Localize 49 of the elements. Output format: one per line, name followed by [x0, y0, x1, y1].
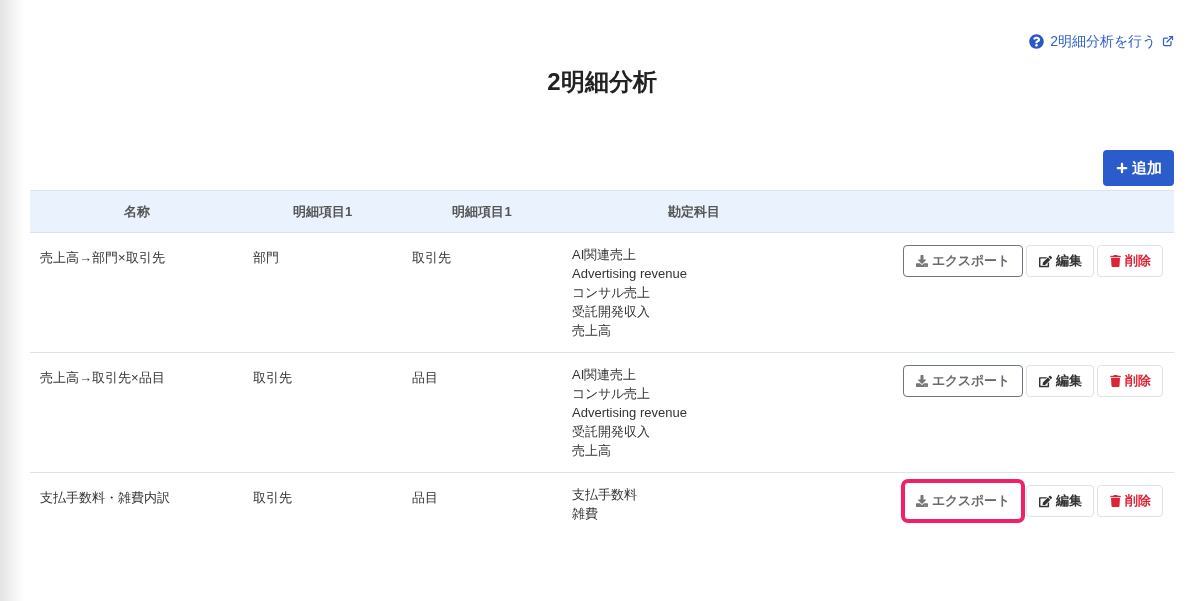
column-header: 勘定科目 [668, 202, 720, 221]
account-name: 支払手数料 [572, 486, 637, 504]
page-title: 2明細分析 [547, 67, 657, 97]
delete-button[interactable]: 削除 [1097, 485, 1163, 517]
plus-icon [1115, 162, 1128, 174]
delete-button[interactable]: 削除 [1097, 365, 1163, 397]
add-button[interactable]: 追加 [1103, 150, 1174, 186]
account-name: 受託開発収入 [572, 423, 650, 441]
account-name: 雑費 [572, 505, 598, 523]
account-name: AI関連売上 [572, 366, 637, 384]
table-cell: 売上高→取引先×品目 [40, 370, 165, 385]
column-header: 明細項目1 [452, 202, 512, 221]
trash-icon [1109, 495, 1121, 507]
download-icon [916, 495, 928, 507]
table-cell: 取引先 [412, 250, 451, 265]
export-button[interactable]: エクスポート [903, 365, 1023, 397]
table-cell: 取引先 [253, 490, 292, 505]
edit-icon [1038, 374, 1052, 388]
edit-icon [1038, 494, 1052, 508]
table-cell: 取引先 [253, 370, 292, 385]
edit-button[interactable]: 編集 [1026, 365, 1094, 397]
table-cell: 部門 [253, 250, 279, 265]
account-name: コンサル売上 [572, 385, 650, 403]
account-name: Advertising revenue [572, 404, 687, 422]
edit-button[interactable]: 編集 [1026, 245, 1094, 277]
column-header: 名称 [123, 202, 150, 221]
external-link-icon [1162, 35, 1174, 47]
table-cell: 支払手数料・雑費内訳 [40, 490, 170, 505]
account-name: コンサル売上 [572, 284, 650, 302]
table-cell: 品目 [412, 370, 438, 385]
help-link[interactable]: 2明細分析を行う [1029, 31, 1174, 51]
account-name: Advertising revenue [572, 265, 687, 283]
account-name: 売上高 [572, 442, 611, 460]
account-name: 受託開発収入 [572, 303, 650, 321]
export-button[interactable]: エクスポート [901, 479, 1025, 523]
account-name: 売上高 [572, 322, 611, 340]
delete-button[interactable]: 削除 [1097, 245, 1163, 277]
trash-icon [1109, 255, 1121, 267]
help-icon [1029, 33, 1045, 49]
table-cell: 品目 [412, 490, 438, 505]
export-button[interactable]: エクスポート [903, 245, 1023, 277]
edit-icon [1038, 254, 1052, 268]
download-icon [916, 255, 928, 267]
trash-icon [1109, 375, 1121, 387]
table-cell: 売上高→部門×取引先 [40, 250, 165, 265]
column-header: 明細項目1 [292, 202, 353, 221]
account-name: AI関連売上 [572, 246, 637, 264]
edit-button[interactable]: 編集 [1026, 485, 1094, 517]
download-icon [916, 375, 928, 387]
